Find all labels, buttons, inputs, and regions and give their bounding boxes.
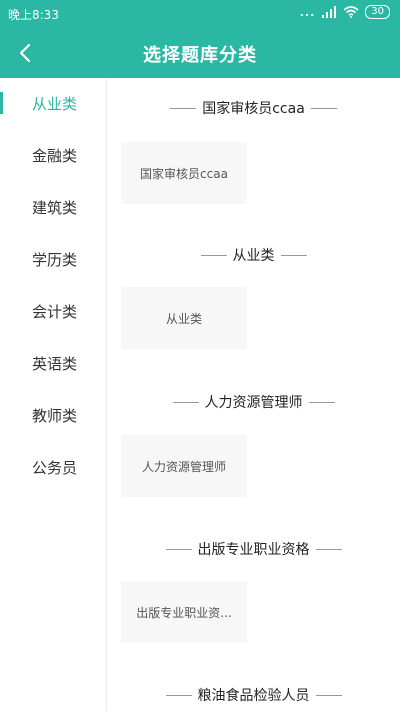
sidebar-item-jiaoshi[interactable]: 教师类 [0, 390, 106, 442]
section-title: 国家审核员ccaa [107, 97, 400, 119]
sidebar-item-label: 从业类 [32, 95, 78, 113]
sidebar-item-label: 学历类 [32, 251, 78, 269]
sidebar-item-label: 金融类 [32, 147, 78, 165]
app-header: 晚上8:33 ... 30 选择题库分类 [0, 0, 400, 78]
category-content: 国家审核员ccaa 国家审核员ccaa 从业类 从业类 人力资源管理师 人力资源… [107, 78, 400, 711]
sidebar-item-label: 教师类 [32, 407, 78, 425]
more-dots-icon: ... [299, 5, 316, 19]
subject-card-label: 从业类 [165, 311, 202, 326]
sidebar-item-jianzhu[interactable]: 建筑类 [0, 182, 106, 234]
divider-line [172, 401, 199, 403]
section-title: 人力资源管理师 [107, 391, 400, 413]
divider-line [310, 107, 337, 109]
sidebar-item-label: 英语类 [32, 355, 78, 373]
subject-card-label: 人力资源管理师 [141, 459, 226, 474]
page-title: 选择题库分类 [143, 45, 257, 66]
subject-card[interactable]: 从业类 [121, 287, 247, 349]
divider-line [165, 694, 192, 696]
divider-line [200, 254, 227, 256]
divider-line [315, 548, 342, 550]
section-title: 出版专业职业资格 [107, 538, 400, 560]
subject-card[interactable]: 国家审核员ccaa [121, 142, 247, 204]
section-title-text: 粮油食品检验人员 [197, 688, 310, 704]
subject-card-label: 出版专业职业资... [136, 605, 232, 620]
wifi-icon [343, 6, 359, 18]
subject-card[interactable]: 出版专业职业资... [121, 581, 247, 643]
section-title-text: 国家审核员ccaa [202, 101, 305, 117]
status-bar: 晚上8:33 ... 30 [0, 0, 400, 28]
subject-card-label: 国家审核员ccaa [140, 166, 228, 181]
category-sidebar: 从业类 金融类 建筑类 学历类 会计类 英语类 教师类 公务员 [0, 78, 107, 711]
sidebar-item-xueli[interactable]: 学历类 [0, 234, 106, 286]
sidebar-item-yingyu[interactable]: 英语类 [0, 338, 106, 390]
divider-line [315, 694, 342, 696]
subject-card[interactable]: 人力资源管理师 [121, 435, 247, 497]
signal-icon [322, 6, 337, 18]
divider-line [165, 548, 192, 550]
battery-icon: 30 [365, 5, 390, 19]
status-icons: ... 30 [300, 5, 390, 19]
section-title: 从业类 [107, 244, 400, 266]
sidebar-item-kuaiji[interactable]: 会计类 [0, 286, 106, 338]
divider-line [280, 254, 307, 256]
sidebar-item-label: 会计类 [32, 303, 78, 321]
section-title-text: 从业类 [232, 248, 275, 264]
section-title-text: 出版专业职业资格 [197, 542, 310, 558]
divider-line [308, 401, 335, 403]
sidebar-item-label: 公务员 [32, 459, 78, 477]
active-indicator [0, 92, 3, 114]
sidebar-item-congye[interactable]: 从业类 [0, 78, 106, 130]
sidebar-item-gongwuyuan[interactable]: 公务员 [0, 442, 106, 494]
status-time: 晚上8:33 [8, 8, 59, 22]
sidebar-item-label: 建筑类 [32, 199, 78, 217]
sidebar-item-jinrong[interactable]: 金融类 [0, 130, 106, 182]
section-title-text: 人力资源管理师 [204, 395, 303, 411]
nav-bar: 选择题库分类 [0, 28, 400, 78]
divider-line [170, 107, 197, 109]
section-title: 粮油食品检验人员 [107, 684, 400, 706]
